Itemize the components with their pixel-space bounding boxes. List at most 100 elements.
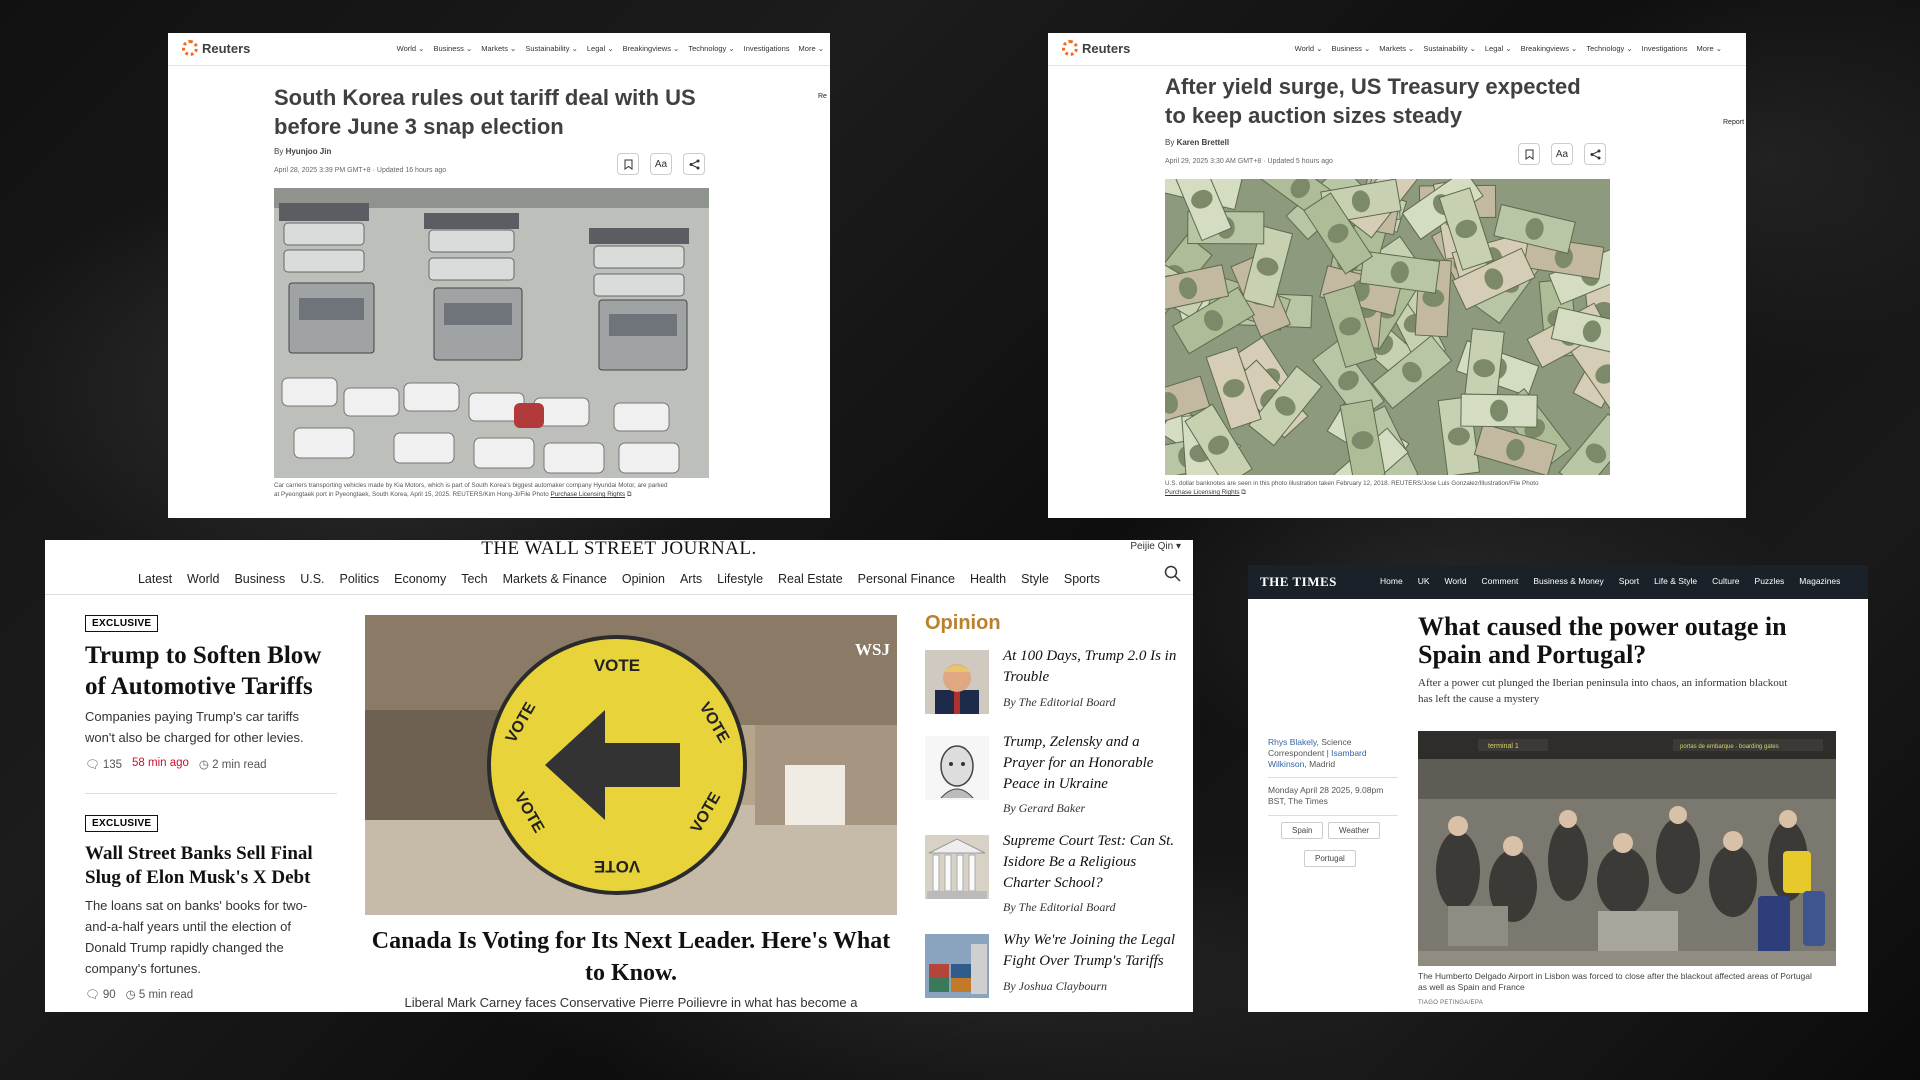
nav-legal[interactable]: Legal ⌄	[587, 44, 614, 53]
tag-spain[interactable]: Spain	[1281, 822, 1324, 839]
article-photo-airport: terminal 1 portas de embarque · boarding…	[1418, 731, 1836, 966]
nav-sports[interactable]: Sports	[1064, 572, 1100, 586]
side-text: Re	[818, 93, 827, 100]
opinion-thumb-baker[interactable]	[925, 736, 989, 800]
nav-world[interactable]: World ⌄	[1295, 44, 1323, 53]
nav-more[interactable]: More ⌄	[799, 44, 824, 53]
nav-markets-finance[interactable]: Markets & Finance	[503, 572, 607, 586]
text-size-button[interactable]: Aa	[1551, 143, 1573, 165]
search-icon	[1164, 565, 1181, 582]
airport-crowd-illustration: terminal 1 portas de embarque · boarding…	[1418, 731, 1836, 966]
nav-business[interactable]: Business ⌄	[1331, 44, 1370, 53]
clock-icon: ◷	[198, 759, 209, 771]
nav-world[interactable]: World	[1445, 576, 1467, 586]
share-button[interactable]	[683, 153, 705, 175]
opinion-byline-2: By Gerard Baker	[1003, 801, 1086, 815]
comment-icon: 🗨	[85, 759, 100, 771]
opinion-thumb-containers[interactable]	[925, 934, 989, 998]
nav-arts[interactable]: Arts	[680, 572, 702, 586]
nav-sport[interactable]: Sport	[1619, 576, 1639, 586]
opinion-headline-2[interactable]: Trump, Zelensky and a Prayer for an Hono…	[1003, 732, 1153, 795]
side-text: Report	[1723, 119, 1745, 126]
licensing-link[interactable]: Purchase Licensing Rights	[551, 491, 626, 498]
trump-portrait	[925, 650, 989, 714]
nav-us[interactable]: U.S.	[300, 572, 324, 586]
headline: What caused the power outage in Spain an…	[1418, 612, 1787, 669]
publish-date: April 29, 2025 3:30 AM GMT+8 · Updated 5…	[1165, 158, 1333, 165]
nav-breakingviews[interactable]: Breakingviews ⌄	[1521, 44, 1578, 53]
nav-markets[interactable]: Markets ⌄	[1379, 44, 1414, 53]
nav-real-estate[interactable]: Real Estate	[778, 572, 843, 586]
reuters-nav: World ⌄ Business ⌄ Markets ⌄ Sustainabil…	[397, 44, 824, 53]
author-block: Rhys Blakely, Science Correspondent | Is…	[1268, 737, 1367, 769]
wsj-nav: Latest World Business U.S. Politics Econ…	[45, 564, 1193, 595]
nav-culture[interactable]: Culture	[1712, 576, 1739, 586]
licensing-link[interactable]: Purchase Licensing Rights	[1165, 489, 1240, 496]
nav-sustainability[interactable]: Sustainability ⌄	[525, 44, 578, 53]
nav-more[interactable]: More ⌄	[1697, 44, 1722, 53]
main-story-photo-vote-sign[interactable]: VOTE VOTE VOTE VOTE VOTE VOTE WSJ	[365, 615, 897, 915]
reuters-logo[interactable]: Reuters	[182, 40, 250, 56]
comments-link[interactable]: 🗨 135	[85, 757, 122, 771]
author-link[interactable]: Karen Brettell	[1177, 138, 1229, 147]
nav-sustainability[interactable]: Sustainability ⌄	[1423, 44, 1476, 53]
nav-personal-finance[interactable]: Personal Finance	[858, 572, 955, 586]
author-link-wilkinson-surname[interactable]: Wilkinson	[1268, 759, 1304, 769]
nav-world[interactable]: World ⌄	[397, 44, 425, 53]
headline: After yield surge, US Treasury expected …	[1165, 74, 1581, 128]
nav-uk[interactable]: UK	[1418, 576, 1430, 586]
nav-business[interactable]: Business ⌄	[433, 44, 472, 53]
shipping-containers-photo	[925, 934, 989, 998]
opinion-thumb-supreme-court[interactable]	[925, 835, 989, 899]
main-story-headline[interactable]: Canada Is Voting for Its Next Leader. He…	[355, 925, 907, 989]
vote-sign-illustration: VOTE VOTE VOTE VOTE VOTE VOTE WSJ	[365, 615, 897, 915]
opinion-headline-3[interactable]: Supreme Court Test: Can St. Isidore Be a…	[1003, 831, 1174, 894]
comments-link[interactable]: 🗨 90	[85, 987, 116, 1001]
nav-health[interactable]: Health	[970, 572, 1006, 586]
search-button[interactable]	[1164, 565, 1181, 587]
opinion-headline-1[interactable]: At 100 Days, Trump 2.0 Is in Trouble	[1003, 646, 1176, 688]
opinion-headline-4[interactable]: Why We're Joining the Legal Fight Over T…	[1003, 930, 1175, 972]
nav-technology[interactable]: Technology ⌄	[688, 44, 734, 53]
nav-magazines[interactable]: Magazines	[1799, 576, 1840, 586]
reuters-logo[interactable]: Reuters	[1062, 40, 1130, 56]
nav-home[interactable]: Home	[1380, 576, 1403, 586]
tag-weather[interactable]: Weather	[1328, 822, 1381, 839]
author-link[interactable]: Hyunjoo Jin	[286, 147, 332, 156]
opinion-section-label[interactable]: Opinion	[925, 612, 1001, 635]
nav-breakingviews[interactable]: Breakingviews ⌄	[623, 44, 680, 53]
text-size-button[interactable]: Aa	[650, 153, 672, 175]
nav-life-style[interactable]: Life & Style	[1654, 576, 1697, 586]
story-headline-tariffs[interactable]: Trump to Soften Blow of Automotive Tarif…	[85, 640, 321, 702]
nav-world[interactable]: World	[187, 572, 219, 586]
author-link-blakely[interactable]: Rhys Blakely	[1268, 737, 1317, 747]
nav-latest[interactable]: Latest	[138, 572, 172, 586]
nav-investigations[interactable]: Investigations	[1642, 44, 1688, 53]
nav-economy[interactable]: Economy	[394, 572, 446, 586]
author-link-wilkinson[interactable]: Isambard	[1331, 748, 1366, 758]
share-button[interactable]	[1584, 143, 1606, 165]
nav-investigations[interactable]: Investigations	[744, 44, 790, 53]
nav-politics[interactable]: Politics	[340, 572, 380, 586]
bookmark-button[interactable]	[1518, 143, 1540, 165]
opinion-byline-3: By The Editorial Board	[1003, 900, 1116, 914]
nav-opinion[interactable]: Opinion	[622, 572, 665, 586]
wsj-logo[interactable]: THE WALL STREET JOURNAL.	[45, 540, 1193, 560]
nav-business-money[interactable]: Business & Money	[1533, 576, 1603, 586]
nav-business[interactable]: Business	[234, 572, 285, 586]
times-logo[interactable]: THE TIMES	[1260, 574, 1337, 590]
opinion-thumb-trump[interactable]	[925, 650, 989, 714]
user-menu[interactable]: Peijie Qin ▾	[1130, 541, 1181, 552]
nav-comment[interactable]: Comment	[1482, 576, 1519, 586]
vote-text: VOTE	[594, 857, 640, 876]
nav-puzzles[interactable]: Puzzles	[1755, 576, 1785, 586]
nav-legal[interactable]: Legal ⌄	[1485, 44, 1512, 53]
nav-lifestyle[interactable]: Lifestyle	[717, 572, 763, 586]
nav-tech[interactable]: Tech	[461, 572, 487, 586]
nav-style[interactable]: Style	[1021, 572, 1049, 586]
nav-markets[interactable]: Markets ⌄	[481, 44, 516, 53]
nav-technology[interactable]: Technology ⌄	[1586, 44, 1632, 53]
bookmark-button[interactable]	[617, 153, 639, 175]
tag-portugal[interactable]: Portugal	[1304, 850, 1356, 867]
story-headline-x-debt[interactable]: Wall Street Banks Sell Final Slug of Elo…	[85, 842, 313, 890]
